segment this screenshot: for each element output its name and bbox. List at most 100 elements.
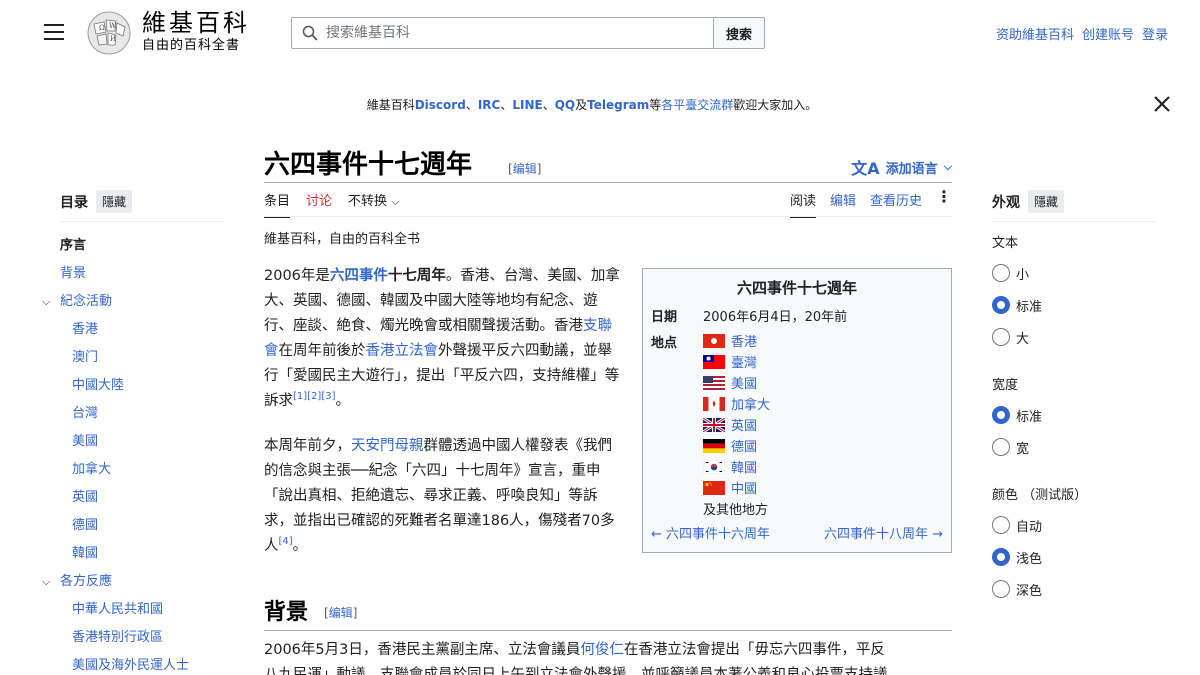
radio-label: 浅色 [1016, 551, 1043, 567]
appearance-hide-button[interactable]: 隱藏 [1028, 190, 1065, 213]
close-icon[interactable] [1152, 94, 1172, 114]
link-june-fourth[interactable]: 六四事件 [330, 268, 388, 284]
link-legco[interactable]: 香港立法會 [366, 343, 439, 359]
toc-item-commemorations[interactable]: ⌵ 紀念活動 [42, 288, 224, 316]
chevron-down-icon[interactable]: ⌵ [42, 568, 50, 596]
text-size-small-radio[interactable]: 小 [992, 257, 1042, 289]
reference-link[interactable]: [4] [279, 536, 293, 547]
chevron-down-icon: ⌵ [391, 195, 400, 208]
text: 八九民運」動議，支聯會成員於同日上午到立法會外聲援，並呼籲議員本著公義和良心投票… [264, 667, 888, 675]
platform-groups-link[interactable]: 各平臺交流群 [661, 98, 733, 112]
irc-link[interactable]: IRC [478, 98, 501, 112]
location-item: 德國 [703, 435, 770, 456]
toc-item-reactions[interactable]: ⌵ 各方反應 [42, 568, 224, 596]
toc-item-intro[interactable]: 序言 [60, 232, 224, 260]
width-group: 宽度 标准 宽 [992, 374, 1042, 463]
variant-dropdown[interactable]: 不转换 ⌵ [348, 190, 400, 218]
toc-item-usa[interactable]: 美國 [60, 428, 224, 456]
toc-item-hongkong[interactable]: 香港 [60, 316, 224, 344]
wikipedia-globe-logo[interactable]: Ω W И [84, 10, 134, 56]
text-size-standard-radio[interactable]: 标准 [992, 289, 1042, 321]
create-account-link[interactable]: 创建账号 [1082, 24, 1134, 43]
text-size-large-radio[interactable]: 大 [992, 321, 1042, 353]
telegram-link[interactable]: Telegram [587, 98, 649, 112]
banner-text: 維基百科 [366, 98, 415, 112]
appearance-panel: 外观 隱藏 文本 小 标准 大 宽度 标准 宽 颜色 （测试版） 自动 浅色 深… [992, 190, 1156, 599]
location-link[interactable]: 韓國 [731, 457, 757, 476]
location-link[interactable]: 中國 [731, 478, 757, 497]
view-tabs: 阅读 编辑 查看历史 ⋮ [789, 189, 952, 218]
toc-link[interactable]: 澳门 [72, 350, 98, 365]
tab-talk[interactable]: 讨论 [306, 190, 332, 218]
location-link[interactable]: 臺灣 [731, 352, 757, 371]
toc-item-macau[interactable]: 澳门 [60, 344, 224, 372]
translate-icon: 文A [851, 159, 880, 178]
paragraph: 2006年5月3日，香港民主黨副主席、立法會議員何俊仁在香港立法會提出「毋忘六四… [264, 638, 952, 675]
add-languages-button[interactable]: 文A 添加语言 ⌵ [851, 155, 952, 179]
location-link[interactable]: 英國 [731, 415, 757, 434]
next-year-link[interactable]: 六四事件十八周年 → [824, 523, 943, 542]
toc-link[interactable]: 香港特別行政區 [72, 630, 163, 645]
tab-article[interactable]: 条目 [264, 190, 291, 218]
toc-link[interactable]: 美國及海外民運人士 [72, 658, 189, 673]
toc-link[interactable]: 中華人民共和國 [72, 602, 163, 617]
edit-link[interactable]: 编辑 [329, 606, 353, 620]
toc-link[interactable]: 加拿大 [72, 462, 111, 477]
toc-link[interactable]: 英國 [72, 490, 98, 505]
appearance-title: 外观 [992, 194, 1020, 211]
paragraph: 2006年是六四事件十七周年。香港、台灣、美國、加拿大、英國、德國、韓國及中國大… [264, 264, 624, 414]
width-standard-radio[interactable]: 标准 [992, 399, 1042, 431]
main-menu-button[interactable] [44, 24, 64, 40]
search-button[interactable]: 搜索 [713, 17, 765, 49]
toc-item-mainland[interactable]: 中國大陸 [60, 372, 224, 400]
previous-year-link[interactable]: ← 六四事件十六周年 [651, 523, 770, 542]
toc-link[interactable]: 德國 [72, 518, 98, 533]
toc-hide-button[interactable]: 隱藏 [96, 190, 133, 213]
toc-item-prc[interactable]: 中華人民共和國 [60, 596, 224, 624]
discord-link[interactable]: Discord [415, 98, 466, 112]
location-link[interactable]: 加拿大 [731, 394, 770, 413]
toc-link[interactable]: 紀念活動 [60, 294, 112, 309]
radio-icon [992, 438, 1010, 456]
qq-link[interactable]: QQ [555, 98, 575, 112]
location-item: 英國 [703, 414, 770, 435]
toc-link[interactable]: 台灣 [72, 406, 98, 421]
reference-link[interactable]: [1][2][3] [293, 391, 336, 402]
toc-item-background[interactable]: 背景 [60, 260, 224, 288]
toc-item-korea[interactable]: 韓國 [60, 540, 224, 568]
banner-sep: 、 [500, 98, 513, 112]
search-input[interactable] [326, 25, 686, 41]
location-link[interactable]: 德國 [731, 436, 757, 455]
more-tools-icon[interactable]: ⋮ [936, 189, 952, 205]
line-link[interactable]: LINE [512, 98, 542, 112]
toc-item-uk[interactable]: 英國 [60, 484, 224, 512]
color-light-radio[interactable]: 浅色 [992, 541, 1087, 573]
tab-history[interactable]: 查看历史 [870, 190, 922, 216]
color-dark-radio[interactable]: 深色 [992, 573, 1087, 605]
toc-item-hksar[interactable]: 香港特別行政區 [60, 624, 224, 652]
toc-link[interactable]: 背景 [60, 266, 86, 281]
chevron-down-icon[interactable]: ⌵ [42, 288, 50, 316]
login-link[interactable]: 登录 [1142, 24, 1168, 43]
toc-link[interactable]: 韓國 [72, 546, 98, 561]
location-link[interactable]: 香港 [731, 331, 757, 350]
toc-item-germany[interactable]: 德國 [60, 512, 224, 540]
link-albert-ho[interactable]: 何俊仁 [580, 642, 624, 658]
link-tiananmen-mothers[interactable]: 天安門母親 [351, 438, 424, 454]
tab-edit[interactable]: 编辑 [830, 190, 856, 216]
toc-link[interactable]: 各方反應 [60, 574, 112, 589]
toc-link[interactable]: 香港 [72, 322, 98, 337]
toc-link[interactable]: 美國 [72, 434, 98, 449]
toc-item-canada[interactable]: 加拿大 [60, 456, 224, 484]
edit-link[interactable]: 编辑 [513, 162, 537, 176]
color-auto-radio[interactable]: 自动 [992, 509, 1087, 541]
tab-read[interactable]: 阅读 [789, 190, 816, 218]
location-link[interactable]: 美國 [731, 373, 757, 392]
width-wide-radio[interactable]: 宽 [992, 431, 1042, 463]
donate-link[interactable]: 资助維基百科 [996, 24, 1074, 43]
toc-item-taiwan[interactable]: 台灣 [60, 400, 224, 428]
toc-item-overseas[interactable]: 美國及海外民運人士 [60, 652, 224, 675]
wordmark[interactable]: 維基百科 自由的百科全書 [142, 8, 250, 54]
toc-link[interactable]: 中國大陸 [72, 378, 124, 393]
color-group: 颜色 （测试版） 自动 浅色 深色 [992, 484, 1087, 605]
